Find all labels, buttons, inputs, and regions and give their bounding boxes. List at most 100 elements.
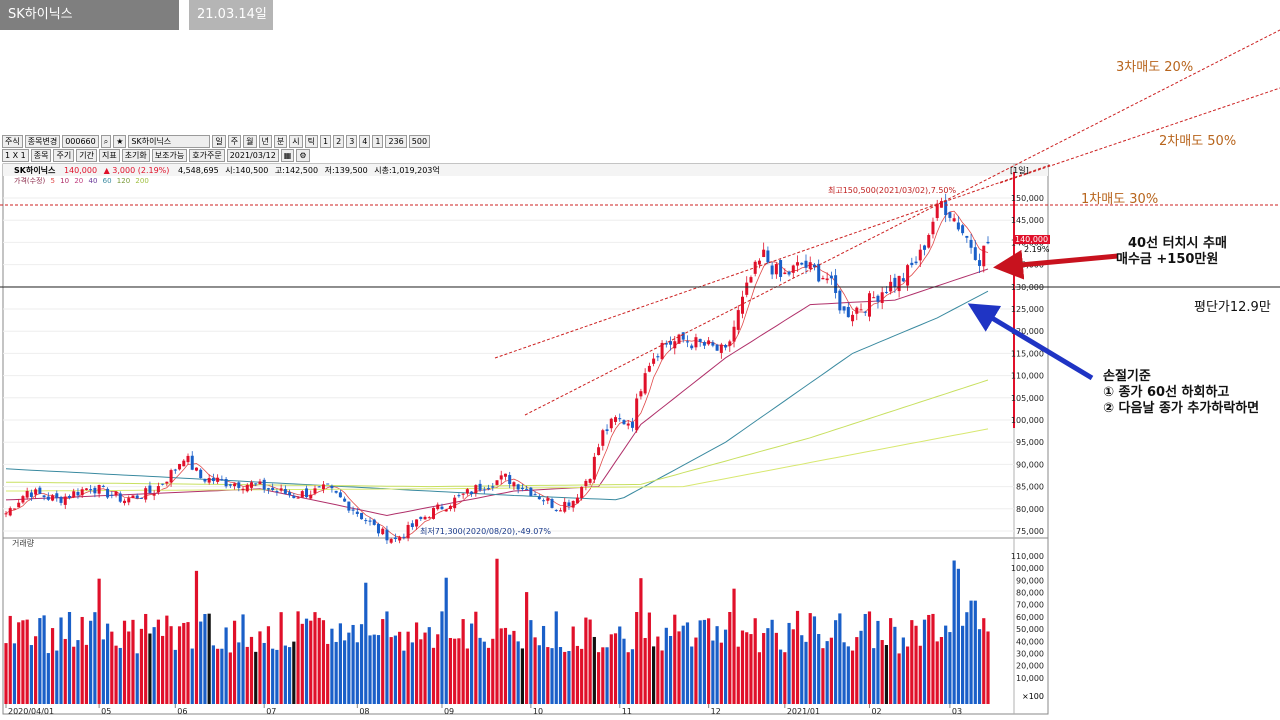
volume-bar — [186, 622, 190, 704]
volume-bar — [470, 623, 474, 704]
volume-bar — [63, 638, 67, 704]
price-tick-label: 100,000 — [1011, 416, 1044, 425]
candle-body — [952, 218, 956, 222]
x-tick-label: 2021/01 — [787, 707, 820, 716]
volume-bar — [220, 648, 224, 704]
candle-body — [21, 496, 25, 503]
candle-body — [698, 338, 702, 342]
volume-bar — [956, 568, 960, 704]
candle-body — [842, 306, 846, 311]
candle-body — [635, 398, 639, 431]
buy-annotation-line2: 매수금 +150만원 — [1116, 252, 1219, 267]
volume-bar — [29, 645, 33, 704]
volume-bar — [279, 612, 283, 704]
volume-bar — [139, 628, 144, 704]
price-bar-name: SK하이닉스 — [14, 166, 56, 175]
candle-body — [415, 519, 419, 527]
volume-bar — [554, 611, 558, 704]
candle-body — [161, 483, 165, 485]
candle-body — [444, 509, 448, 512]
x-tick-label: 08 — [359, 707, 369, 716]
candle-body — [817, 263, 821, 282]
volume-bar — [673, 614, 677, 704]
candle-body — [406, 524, 410, 539]
volume-bar — [855, 637, 859, 704]
volume-bar — [55, 650, 59, 704]
candle-body — [851, 314, 855, 322]
price-tick-label: 150,000 — [1011, 194, 1044, 203]
candle-body — [872, 297, 876, 299]
volume-bar — [406, 631, 410, 704]
candle-body — [605, 429, 609, 431]
candle-body — [144, 488, 148, 500]
volume-bar — [241, 614, 245, 704]
volume-bar — [838, 613, 842, 704]
volume-bar — [778, 649, 783, 704]
volume-bar — [199, 621, 203, 704]
candle-body — [237, 482, 241, 488]
x-tick-label: 11 — [622, 707, 632, 716]
volume-tick-label: 80,000 — [1016, 589, 1044, 598]
price-info-bar: SK하이닉스 140,000 ▲ 3,000 (2.19%) 4,548,695… — [14, 165, 440, 176]
candle-body — [533, 494, 537, 496]
candle-body — [84, 488, 88, 490]
volume-bar — [694, 637, 698, 704]
volume-bar — [444, 577, 448, 704]
candle-body — [588, 479, 592, 483]
volume-bar — [309, 620, 313, 704]
volume-tick-label: 70,000 — [1016, 601, 1044, 610]
volume-bar — [211, 645, 216, 704]
candle-body — [931, 221, 935, 235]
candle-body — [398, 537, 402, 541]
candle-body — [923, 245, 927, 250]
volume-bar — [118, 647, 122, 704]
candle-body — [343, 498, 347, 502]
volume-bar — [89, 620, 93, 704]
volume-bar — [84, 644, 89, 704]
price-bar-price: 140,000 — [63, 166, 98, 175]
candle-body — [630, 421, 634, 428]
candle-body — [525, 488, 529, 490]
candle-body — [190, 455, 194, 470]
candle-body — [783, 272, 787, 275]
volume-bar — [161, 635, 165, 704]
candle-body — [762, 249, 766, 258]
candle-body — [580, 486, 584, 499]
candle-body — [597, 447, 601, 456]
volume-bar — [402, 650, 406, 704]
volume-bar — [685, 622, 690, 704]
volume-bar — [8, 615, 12, 704]
volume-tick-label: 100,000 — [1011, 564, 1044, 573]
x-tick-label: 06 — [177, 707, 187, 716]
legend-ma60: 60 — [102, 177, 112, 185]
legend-title: 가격(수정) — [14, 177, 46, 185]
candle-body — [834, 275, 838, 293]
candle-body — [558, 510, 562, 512]
volume-bar — [389, 637, 393, 704]
volume-bar — [783, 652, 787, 704]
volume-bar — [639, 578, 643, 704]
volume-bar — [50, 628, 55, 704]
candle-body — [364, 520, 368, 522]
volume-bar — [630, 649, 635, 704]
candle-body — [186, 455, 190, 463]
candle-body — [440, 506, 444, 510]
candle-body — [965, 235, 969, 238]
candle-body — [110, 494, 114, 496]
volume-bar — [304, 618, 309, 704]
price-bar-open: 시:140,500 — [225, 166, 269, 175]
candle-body — [288, 492, 292, 496]
volume-bar — [465, 648, 469, 704]
candle-body — [93, 487, 97, 494]
candle-body — [419, 516, 423, 519]
candle-body — [787, 271, 791, 275]
candle-body — [224, 479, 228, 487]
legend-ma10: 10 — [60, 177, 70, 185]
legend-ma200: 200 — [135, 177, 149, 185]
candle-body — [626, 423, 630, 426]
volume-bar — [245, 646, 249, 704]
volume-bar — [165, 615, 169, 704]
candle-body — [389, 539, 393, 543]
candle-body — [216, 477, 220, 482]
volume-bar — [4, 643, 8, 704]
